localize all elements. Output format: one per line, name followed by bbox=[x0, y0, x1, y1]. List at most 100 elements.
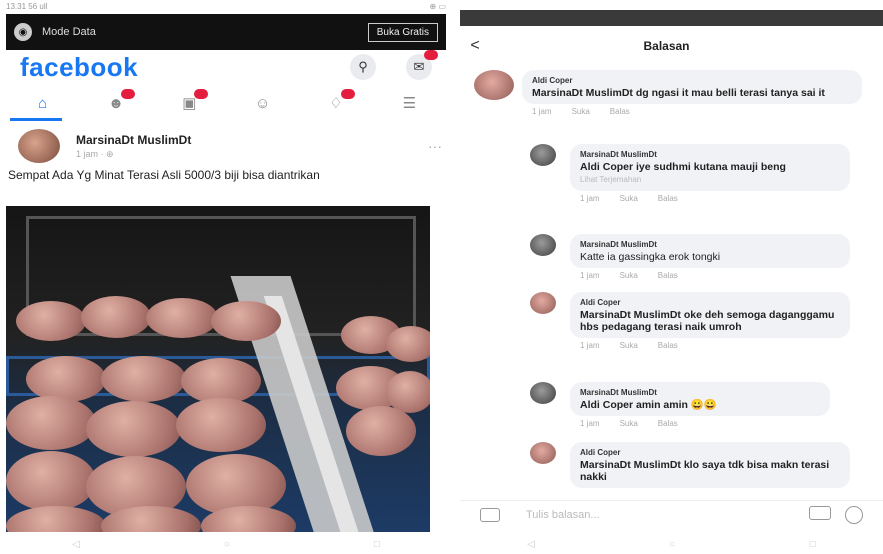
reply-composer: Tulis balasan... bbox=[460, 500, 883, 528]
search-icon[interactable]: ⚲ bbox=[350, 54, 376, 80]
replies-header: < Balasan bbox=[460, 30, 883, 62]
terasi-block bbox=[211, 301, 281, 341]
comment: MarsinaDt MuslimDt Aldi Coper amin amin … bbox=[530, 382, 830, 428]
terasi-block bbox=[101, 356, 186, 402]
terasi-block bbox=[16, 301, 86, 341]
friends-icon[interactable]: ☻ bbox=[103, 89, 135, 113]
page-title: Balasan bbox=[643, 39, 690, 53]
comment-bubble[interactable]: Aldi Coper MarsinaDt MuslimDt dg ngasi i… bbox=[522, 70, 862, 104]
nav-tabs: ⌂ ☻ ▣ ☺ ♢ ☰ bbox=[6, 88, 446, 118]
terasi-block bbox=[86, 401, 181, 457]
post-photo[interactable] bbox=[6, 206, 430, 532]
home-button-icon[interactable]: ○ bbox=[669, 539, 675, 550]
status-bar bbox=[460, 10, 883, 26]
groups-badge bbox=[194, 89, 209, 99]
home-button-icon[interactable]: ○ bbox=[224, 539, 230, 550]
like-link[interactable]: Suka bbox=[620, 271, 638, 280]
avatar[interactable] bbox=[474, 70, 514, 100]
comment-time: 1 jam bbox=[580, 271, 600, 280]
like-link[interactable]: Suka bbox=[620, 419, 638, 428]
terasi-block bbox=[6, 396, 96, 450]
comment-text: Aldi Coper iye sudhmi kutana mauji beng bbox=[580, 161, 786, 173]
see-translation-link[interactable]: Lihat Terjemahan bbox=[580, 174, 840, 186]
like-link[interactable]: Suka bbox=[620, 194, 638, 203]
emoji-icon[interactable] bbox=[845, 505, 863, 524]
reply-link[interactable]: Balas bbox=[658, 271, 678, 280]
comment-author[interactable]: MarsinaDt MuslimDt bbox=[580, 149, 840, 161]
more-options-icon[interactable]: ··· bbox=[428, 138, 442, 154]
open-free-button[interactable]: Buka Gratis bbox=[367, 22, 438, 42]
profile-icon[interactable]: ☺ bbox=[250, 93, 276, 113]
comment-text: Aldi Coper amin amin 😀😀 bbox=[580, 399, 717, 411]
status-time: 13.31 56 ull bbox=[6, 2, 48, 11]
notifications-badge bbox=[340, 89, 355, 99]
comment-author[interactable]: Aldi Coper bbox=[532, 75, 852, 87]
comment-author[interactable]: Aldi Coper bbox=[580, 297, 840, 309]
gif-icon[interactable] bbox=[809, 505, 831, 520]
terasi-block bbox=[6, 506, 106, 532]
terasi-block bbox=[6, 451, 96, 511]
avatar[interactable] bbox=[18, 129, 60, 163]
comment-bubble[interactable]: Aldi Coper MarsinaDt MuslimDt klo saya t… bbox=[570, 442, 850, 488]
status-bar: 13.31 56 ull ⊕ ▭ bbox=[0, 0, 452, 14]
active-tab-indicator bbox=[10, 118, 62, 121]
recents-icon[interactable]: □ bbox=[374, 539, 380, 550]
avatar[interactable] bbox=[530, 292, 556, 314]
comment: MarsinaDt MuslimDt Aldi Coper iye sudhmi… bbox=[530, 144, 850, 203]
avatar[interactable] bbox=[530, 382, 556, 404]
status-icons: ⊕ ▭ bbox=[429, 2, 446, 11]
comment-time: 1 jam bbox=[580, 341, 600, 350]
comment-time: 1 jam bbox=[580, 419, 600, 428]
terasi-block bbox=[81, 296, 151, 338]
terasi-block bbox=[386, 326, 430, 362]
comment-bubble[interactable]: MarsinaDt MuslimDt Katte ia gassingka er… bbox=[570, 234, 850, 268]
reply-link[interactable]: Balas bbox=[610, 107, 630, 116]
recents-icon[interactable]: □ bbox=[810, 539, 816, 550]
comment-text: Katte ia gassingka erok tongki bbox=[580, 251, 721, 263]
mode-label: Mode Data bbox=[42, 26, 96, 38]
reply-link[interactable]: Balas bbox=[658, 194, 678, 203]
comment: Aldi Coper MarsinaDt MuslimDt dg ngasi i… bbox=[474, 70, 862, 116]
post-author[interactable]: MarsinaDt MuslimDt bbox=[76, 133, 191, 147]
comment: Aldi Coper MarsinaDt MuslimDt oke deh se… bbox=[530, 292, 850, 350]
comment-time: 1 jam bbox=[532, 107, 552, 116]
home-icon[interactable]: ⌂ bbox=[30, 93, 56, 113]
terasi-block bbox=[26, 356, 106, 402]
camera-icon[interactable] bbox=[480, 507, 500, 522]
android-nav-bar: ◁ ○ □ bbox=[460, 534, 883, 554]
comment-text: MarsinaDt MuslimDt oke deh semoga dagang… bbox=[580, 309, 835, 333]
comment-author[interactable]: MarsinaDt MuslimDt bbox=[580, 239, 840, 251]
comment-time: 1 jam bbox=[580, 194, 600, 203]
comment-bubble[interactable]: MarsinaDt MuslimDt Aldi Coper iye sudhmi… bbox=[570, 144, 850, 191]
friends-badge bbox=[120, 89, 135, 99]
comment: Aldi Coper MarsinaDt MuslimDt klo saya t… bbox=[530, 442, 850, 488]
facebook-logo: facebook bbox=[20, 51, 139, 82]
like-link[interactable]: Suka bbox=[572, 107, 590, 116]
notifications-icon[interactable]: ♢ bbox=[323, 89, 355, 113]
comment-bubble[interactable]: MarsinaDt MuslimDt Aldi Coper amin amin … bbox=[570, 382, 830, 416]
terasi-block bbox=[346, 406, 416, 456]
terasi-block bbox=[146, 298, 218, 338]
avatar[interactable] bbox=[530, 144, 556, 166]
like-link[interactable]: Suka bbox=[620, 341, 638, 350]
avatar[interactable] bbox=[530, 234, 556, 256]
android-nav-bar: ◁ ○ □ bbox=[0, 534, 452, 554]
reply-link[interactable]: Balas bbox=[658, 341, 678, 350]
comment-author[interactable]: MarsinaDt MuslimDt bbox=[580, 387, 820, 399]
groups-icon[interactable]: ▣ bbox=[176, 89, 209, 113]
comment-bubble[interactable]: Aldi Coper MarsinaDt MuslimDt oke deh se… bbox=[570, 292, 850, 338]
facebook-header: facebook ⚲ ✉ bbox=[6, 50, 446, 82]
back-icon[interactable]: ◁ bbox=[72, 539, 80, 550]
back-arrow-icon[interactable]: < bbox=[460, 37, 490, 55]
data-mode-bar: ◉ Mode Data Buka Gratis bbox=[6, 14, 446, 50]
messenger-icon[interactable]: ✉ bbox=[406, 50, 438, 80]
reply-input[interactable]: Tulis balasan... bbox=[526, 509, 600, 521]
post-text: Sempat Ada Yg Minat Terasi Asli 5000/3 b… bbox=[8, 168, 320, 182]
avatar[interactable] bbox=[530, 442, 556, 464]
menu-icon[interactable]: ☰ bbox=[396, 93, 422, 113]
reply-link[interactable]: Balas bbox=[658, 419, 678, 428]
back-icon[interactable]: ◁ bbox=[527, 539, 535, 550]
post-meta: 1 jam · ⊕ bbox=[76, 148, 114, 159]
comment-author[interactable]: Aldi Coper bbox=[580, 447, 840, 459]
screenshot-collage: { "left": { "status_time": "13.31 56 ull… bbox=[0, 0, 883, 554]
